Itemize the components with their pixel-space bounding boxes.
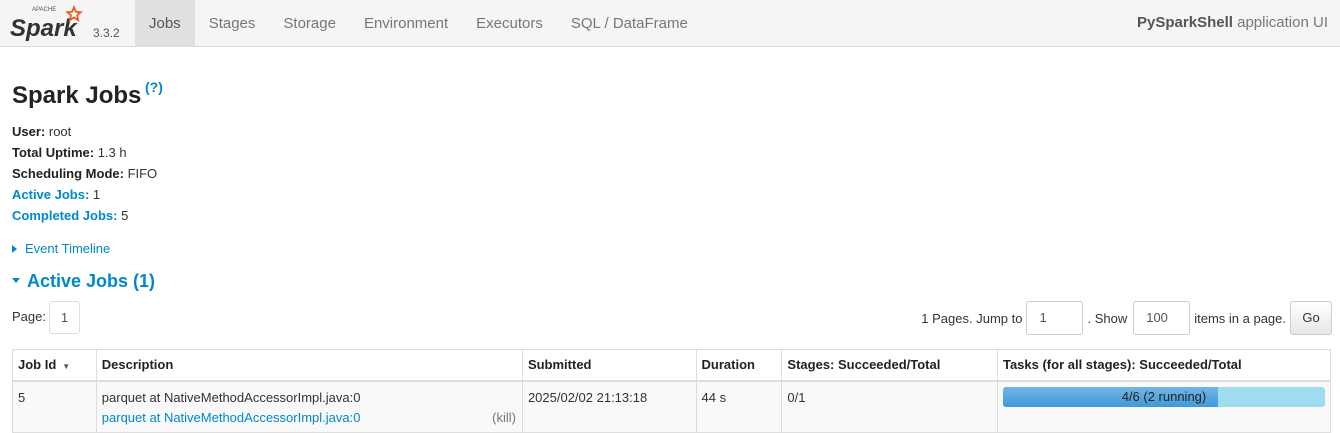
active-jobs-heading: Active Jobs (1) [27,271,156,291]
tab-storage[interactable]: Storage [269,0,350,46]
table-header-row: Job Id ▼ Description Submitted Duration S… [12,349,1332,382]
logo-apache-text: APACHE [32,7,56,13]
cell-submitted: 2025/02/02 21:13:18 [521,380,697,433]
page-title: Spark Jobs [12,82,142,109]
tab-executors[interactable]: Executors [462,0,557,46]
spark-logo: APACHE Spark [10,5,83,42]
cell-stages: 0/1 [781,380,998,433]
app-name: PySparkShell application UI [1137,14,1328,31]
top-navbar: APACHE Spark 3.3.2 Jobs Stages Storage E… [0,0,1340,47]
tab-sql-dataframe[interactable]: SQL / DataFrame [557,0,702,46]
go-button[interactable]: Go [1290,301,1332,335]
nav-tabs: Jobs Stages Storage Environment Executor… [135,0,702,46]
job-summary: User: root Total Uptime: 1.3 h Schedulin… [12,121,157,226]
sort-desc-icon: ▼ [62,362,71,372]
show-text: . Show [1087,310,1128,326]
tasks-progress-text: 4/6 (2 running) [1121,388,1207,404]
page-number-button[interactable]: 1 [49,301,80,334]
help-link[interactable]: (?) [145,79,163,95]
tab-jobs[interactable]: Jobs [135,0,195,46]
info-total-uptime: Total Uptime: 1.3 h [12,145,127,160]
pages-text: 1 Pages. Jump to [921,310,1023,326]
col-description[interactable]: Description [95,349,523,382]
items-text: items in a page. [1194,310,1286,326]
col-submitted[interactable]: Submitted [521,349,697,382]
jump-to-page-input[interactable]: 1 [1026,301,1084,335]
active-jobs-toggle[interactable]: Active Jobs (1) [12,271,155,292]
brand[interactable]: APACHE Spark 3.3.2 [10,3,135,45]
app-name-bold: PySparkShell [1137,14,1233,31]
spark-version: 3.3.2 [93,26,120,40]
pagination-controls: 1 Pages. Jump to 1 . Show 100 items in a… [921,301,1332,335]
info-active-jobs-link[interactable]: Active Jobs: 1 [12,184,157,205]
active-jobs-table: Job Id ▼ Description Submitted Duration S… [12,349,1332,433]
col-tasks[interactable]: Tasks (for all stages): Succeeded/Total [996,349,1332,382]
tab-environment[interactable]: Environment [350,0,462,46]
caret-right-icon [12,245,17,253]
job-description-link[interactable]: parquet at NativeMethodAccessorImpl.java… [102,410,361,425]
tasks-progress-bar: 4/6 (2 running) [1002,386,1325,407]
kill-job-link[interactable]: (kill) [492,410,516,425]
page-label: Page: [12,309,46,324]
col-job-id[interactable]: Job Id ▼ [12,349,97,382]
info-user: User: root [12,124,72,139]
logo-spark-text: Spark [10,15,78,42]
cell-job-id: 5 [12,380,97,433]
event-timeline-toggle[interactable]: Event Timeline [12,241,110,256]
cell-description: parquet at NativeMethodAccessorImpl.java… [95,380,523,433]
info-completed-jobs-link[interactable]: Completed Jobs: 5 [12,205,157,226]
tab-stages[interactable]: Stages [195,0,270,46]
event-timeline-label: Event Timeline [25,241,111,256]
col-duration[interactable]: Duration [695,349,783,382]
info-scheduling-mode: Scheduling Mode: FIFO [12,166,158,181]
table-row: 5 parquet at NativeMethodAccessorImpl.ja… [12,380,1332,433]
caret-down-icon [12,278,20,283]
job-description: parquet at NativeMethodAccessorImpl.java… [101,389,361,405]
app-name-suffix: application UI [1232,14,1328,31]
cell-tasks: 4/6 (2 running) [996,380,1332,433]
col-stages[interactable]: Stages: Succeeded/Total [781,349,998,382]
cell-duration: 44 s [695,380,783,433]
page-size-input[interactable]: 100 [1133,301,1191,335]
